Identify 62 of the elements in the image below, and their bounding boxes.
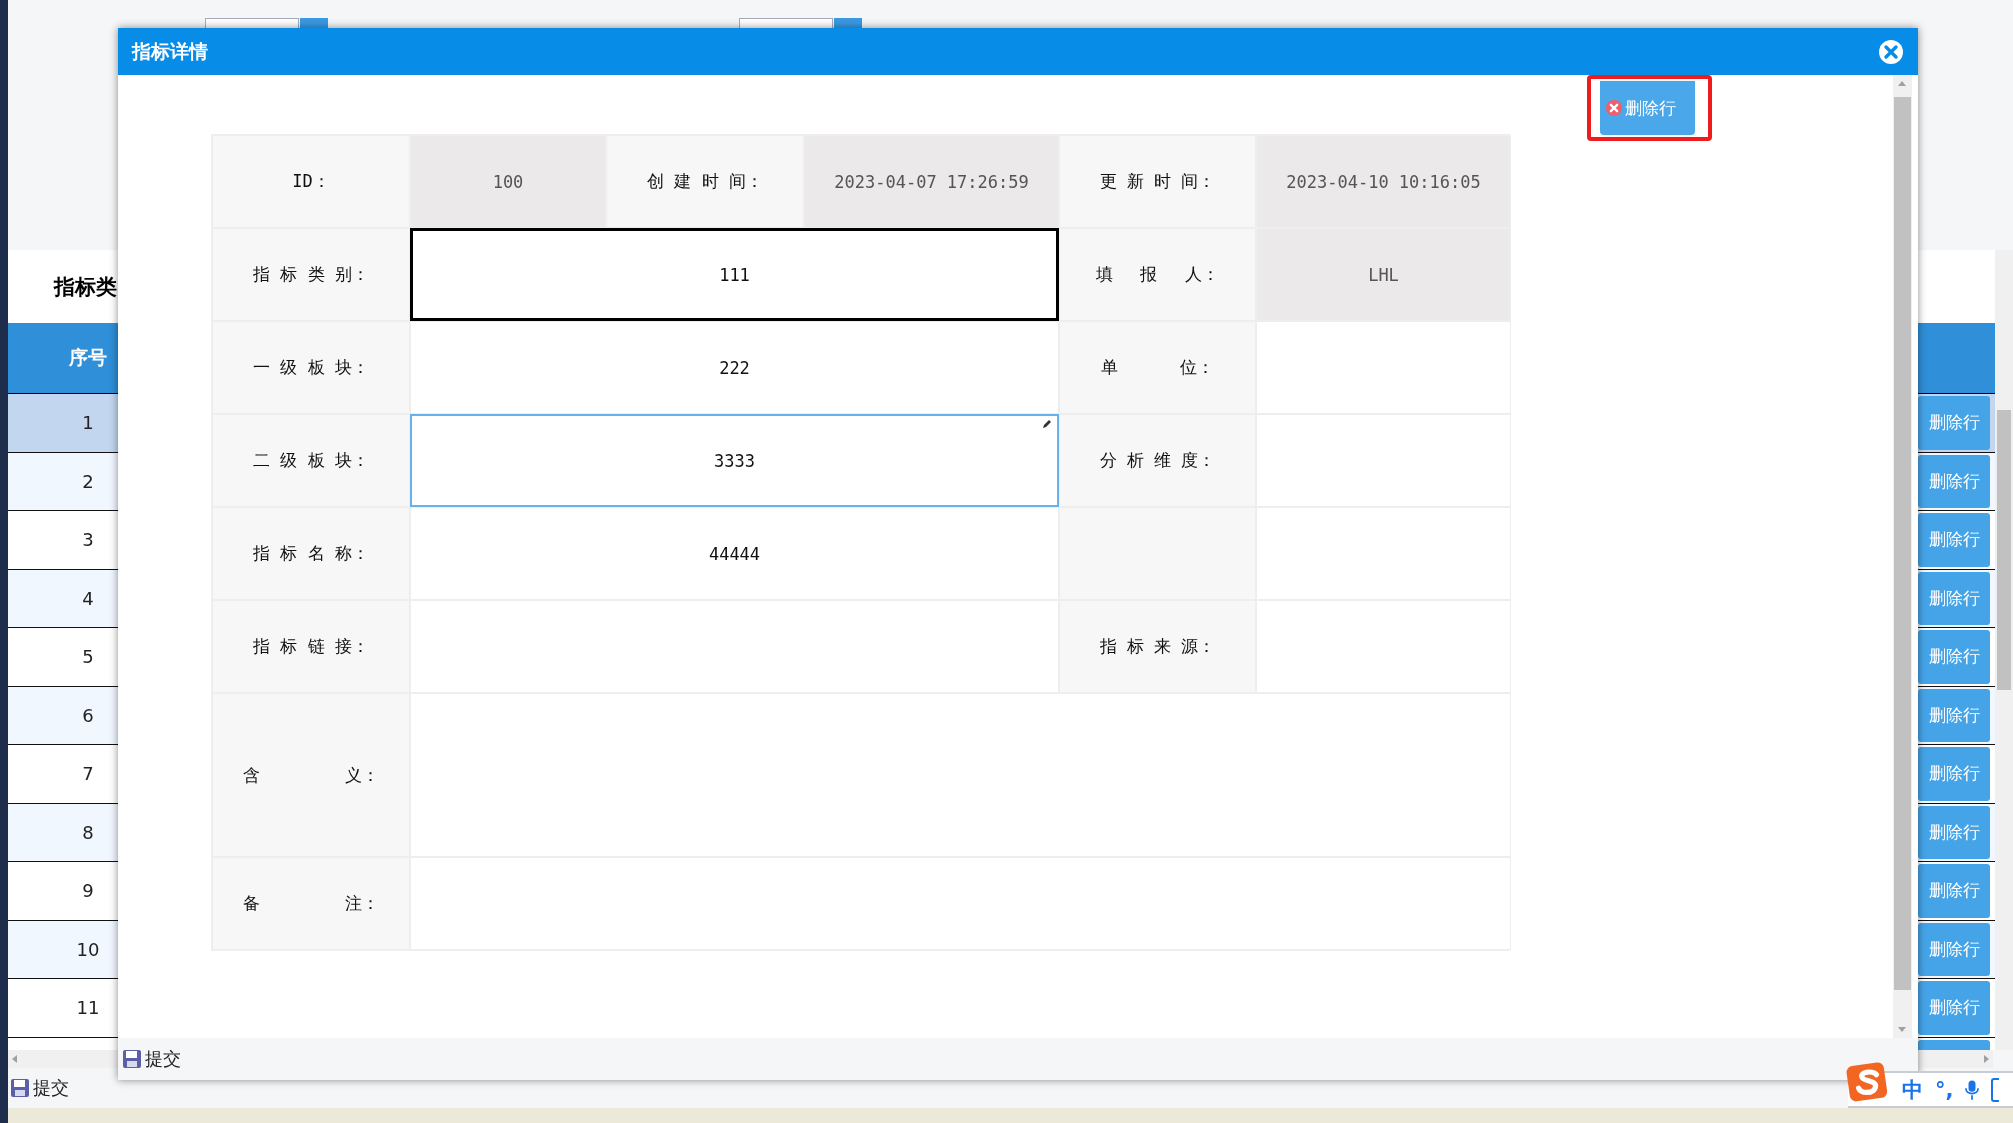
field-label: 更 新 时 间： (1059, 135, 1256, 228)
field-label: 分 析 维 度： (1059, 414, 1256, 507)
form-field[interactable]: 3333 (410, 414, 1059, 507)
table-cell-text: 1 (81, 411, 95, 436)
field-label: 一 级 板 块： (212, 321, 410, 414)
table-cell-text: 6 (81, 703, 95, 728)
ime-button[interactable]: °, (1935, 1077, 1954, 1102)
submit-button[interactable]: 提交 (10, 1076, 69, 1100)
field-label: ID： (212, 135, 410, 228)
form-field[interactable]: 2023-04-07 17:26:59 (804, 135, 1059, 228)
table-cell-text: 10 (75, 937, 101, 962)
delete-row-button[interactable]: 删除行 (1918, 630, 1990, 684)
ime-button[interactable]: 中 (1902, 1075, 1923, 1104)
delete-row-button[interactable]: 删除行 (1918, 864, 1990, 918)
table-cell-text: 8 (81, 820, 95, 845)
delete-row-button[interactable]: 删除行 (1918, 805, 1990, 859)
microphone-icon[interactable] (1965, 1078, 1980, 1101)
field-label: 单 位： (1059, 321, 1256, 414)
field-label: 指 标 来 源： (1059, 600, 1256, 693)
delete-row-button[interactable]: 删除行 (1918, 396, 1990, 450)
save-icon (122, 1049, 142, 1069)
delete-row-button[interactable]: 删除行 (1918, 513, 1990, 567)
field-label: 指 标 类 别： (212, 228, 410, 321)
field-label: 备 注： (212, 857, 410, 950)
delete-row-button[interactable]: 删除行 (1600, 81, 1695, 135)
form-field[interactable]: LHL (1256, 228, 1511, 321)
form-field[interactable]: 222 (410, 321, 1059, 414)
delete-row-button[interactable]: 删除行 (1918, 454, 1990, 508)
column-header: 序号 (68, 345, 108, 370)
delete-row-button[interactable] (1918, 1039, 1990, 1050)
delete-row-button[interactable]: 删除行 (1918, 981, 1990, 1035)
table-cell-text: 2 (81, 469, 95, 494)
form-field[interactable]: 44444 (410, 507, 1059, 600)
field-label: 指 标 名 称： (212, 507, 410, 600)
ime-toolbar-icon[interactable] (1991, 1077, 2000, 1102)
pencil-icon[interactable] (1041, 418, 1053, 430)
delete-row-button[interactable]: 删除行 (1918, 688, 1990, 742)
table-cell-text: 4 (81, 586, 95, 611)
table-cell-text: 9 (81, 879, 95, 904)
delete-row-button[interactable]: 删除行 (1918, 922, 1990, 976)
delete-icon (1605, 99, 1623, 117)
delete-row-button[interactable]: 删除行 (1918, 747, 1990, 801)
table-cell-text: 11 (75, 996, 101, 1021)
close-icon[interactable] (1878, 38, 1904, 65)
field-label: 填 报 人： (1059, 228, 1256, 321)
field-label: 含 义： (212, 693, 410, 857)
field-label: 创 建 时 间： (606, 135, 804, 228)
submit-button[interactable]: 提交 (122, 1047, 181, 1071)
delete-row-button[interactable]: 删除行 (1918, 571, 1990, 625)
scrollbar[interactable] (1995, 250, 2013, 1050)
form-field[interactable]: 111 (410, 228, 1059, 321)
dialog-title: 指标详情 (132, 39, 208, 64)
form-field[interactable]: 100 (410, 135, 606, 228)
table-cell-text: 7 (81, 762, 95, 787)
form-field[interactable]: 2023-04-10 10:16:05 (1256, 135, 1511, 228)
field-label: 指 标 链 接： (212, 600, 410, 693)
table-cell-text: 5 (81, 645, 95, 670)
table-title: 指标类 (54, 273, 117, 301)
field-label: 二 级 板 块： (212, 414, 410, 507)
table-cell-text: 3 (81, 528, 95, 553)
scrollbar[interactable] (1893, 75, 1912, 1038)
save-icon (10, 1078, 30, 1098)
